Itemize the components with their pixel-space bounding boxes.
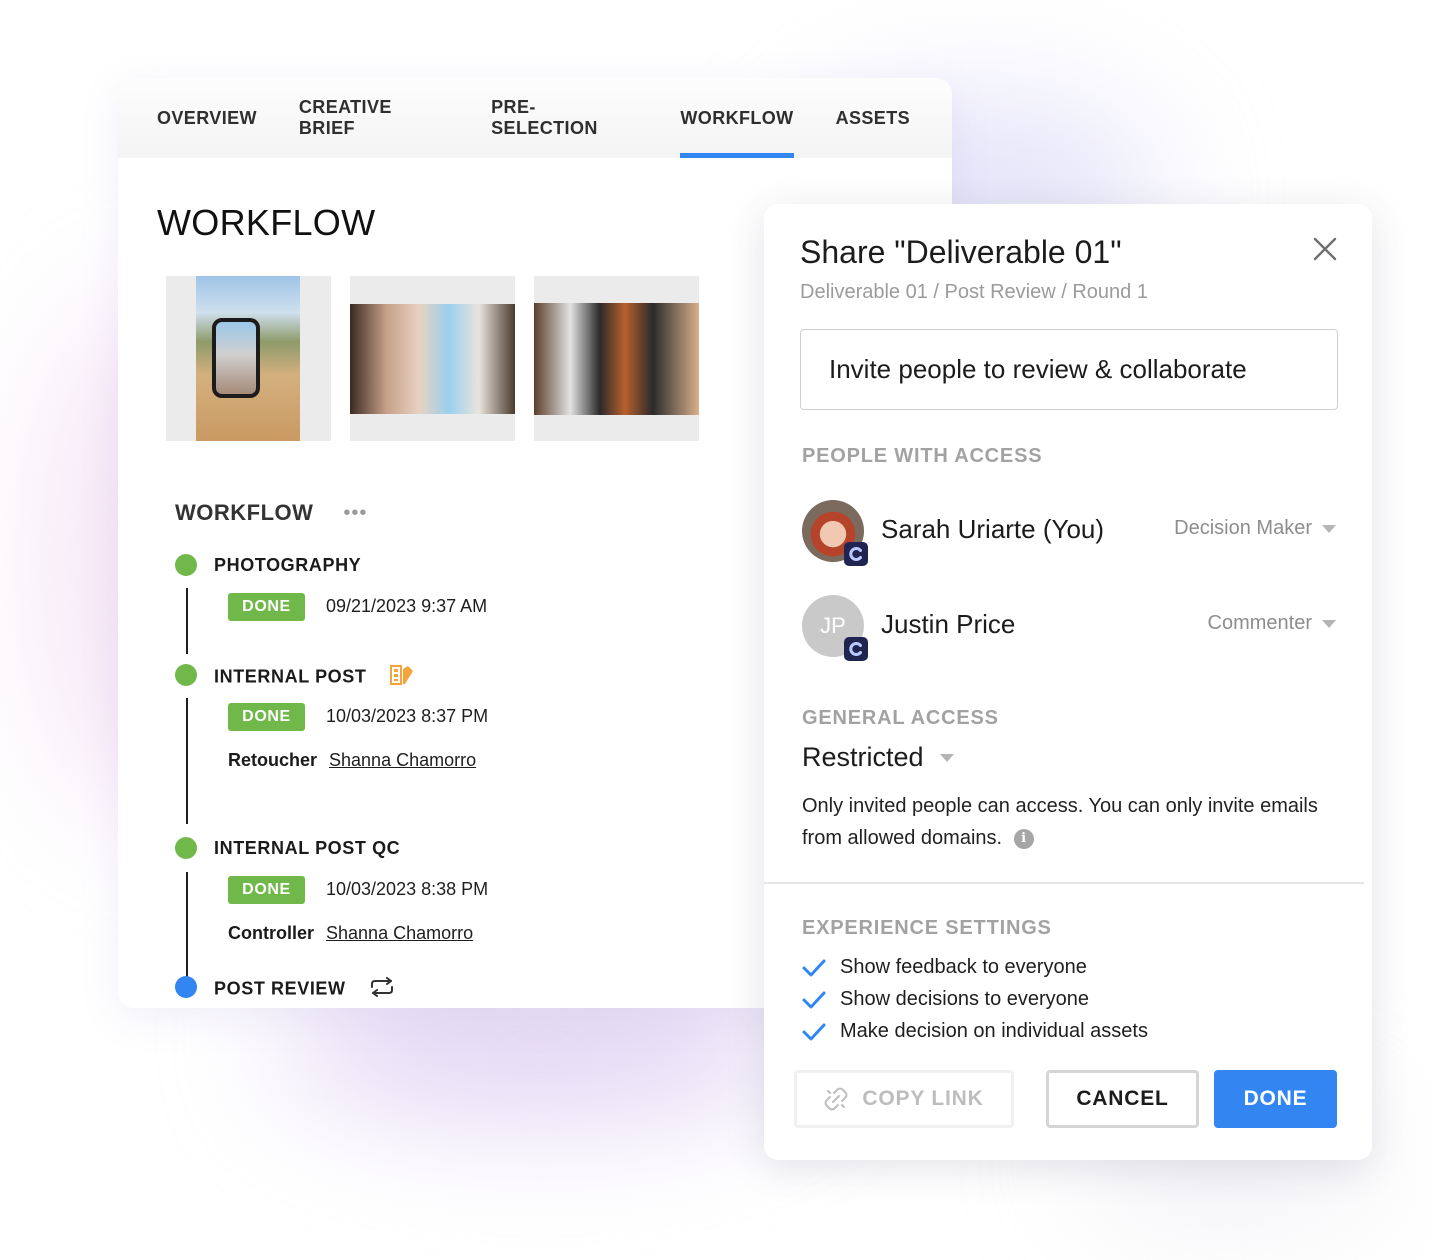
tab-overview[interactable]: OVERVIEW xyxy=(157,78,257,158)
done-button[interactable]: DONE xyxy=(1214,1070,1337,1128)
step-status-dot xyxy=(175,837,197,859)
description-text: Only invited people can access. You can … xyxy=(802,795,1318,849)
step-timestamp: 09/21/2023 9:37 AM xyxy=(326,596,488,616)
app-logo-icon xyxy=(844,542,868,566)
app-logo-icon xyxy=(844,637,868,661)
repeat-icon xyxy=(369,977,395,1002)
setting-label: Make decision on individual assets xyxy=(840,1020,1148,1042)
role-value: Commenter xyxy=(1207,612,1312,634)
step-name-row: INTERNAL POST xyxy=(214,665,414,690)
person-row: JP Justin Price Commenter xyxy=(802,595,1336,661)
status-badge: DONE xyxy=(228,593,305,621)
checkmark-icon xyxy=(802,1023,826,1040)
tab-pre-selection[interactable]: PRE-SELECTION xyxy=(491,78,638,158)
role-dropdown[interactable]: Decision Maker xyxy=(1174,517,1336,540)
role-dropdown[interactable]: Commenter xyxy=(1208,612,1336,635)
page-title: WORKFLOW xyxy=(157,202,376,243)
chevron-down-icon xyxy=(1322,619,1336,628)
share-dialog: Share "Deliverable 01" Deliverable 01 / … xyxy=(764,204,1372,1160)
timeline-connector xyxy=(186,588,188,654)
role-label: Retoucher xyxy=(228,750,318,770)
tab-creative-brief[interactable]: CREATIVE BRIEF xyxy=(299,78,449,158)
setting-show-decisions[interactable]: Show decisions to everyone xyxy=(802,988,1089,1011)
experience-settings-label: EXPERIENCE SETTINGS xyxy=(802,917,1052,939)
general-access-value: Restricted xyxy=(802,742,924,772)
tab-assets[interactable]: ASSETS xyxy=(836,78,910,158)
general-access-label: GENERAL ACCESS xyxy=(802,707,999,729)
role-label: Controller xyxy=(228,923,315,943)
step-status-dot xyxy=(175,554,197,576)
step-timestamp: 10/03/2023 8:37 PM xyxy=(326,706,489,726)
setting-label: Show feedback to everyone xyxy=(840,956,1087,978)
checkmark-icon xyxy=(802,959,826,976)
workflow-section-header: WORKFLOW ••• xyxy=(175,500,367,526)
close-icon[interactable] xyxy=(1310,234,1340,264)
asset-thumbnail[interactable] xyxy=(534,276,699,441)
ellipsis-icon[interactable]: ••• xyxy=(343,503,367,523)
timeline-connector xyxy=(186,698,188,824)
person-row: Sarah Uriarte (You) Decision Maker xyxy=(802,500,1336,566)
general-access-dropdown[interactable]: Restricted xyxy=(802,742,954,773)
thumbnail-image xyxy=(350,304,515,414)
setting-individual-decisions[interactable]: Make decision on individual assets xyxy=(802,1020,1148,1043)
general-access-description: Only invited people can access. You can … xyxy=(802,790,1322,854)
checkmark-icon xyxy=(802,991,826,1008)
role-value: Decision Maker xyxy=(1174,517,1312,539)
breadcrumb: Deliverable 01 / Post Review / Round 1 xyxy=(800,281,1148,303)
step-assignment: Controller Shanna Chamorro xyxy=(228,923,473,944)
copy-link-button[interactable]: COPY LINK xyxy=(794,1070,1014,1128)
link-icon xyxy=(824,1087,848,1111)
divider xyxy=(764,882,1364,884)
asset-thumbnails xyxy=(166,276,699,441)
person-name: Sarah Uriarte (You) xyxy=(881,514,1105,544)
status-badge: DONE xyxy=(228,703,305,731)
step-name: INTERNAL POST xyxy=(214,666,367,687)
timeline-connector xyxy=(186,872,188,984)
step-status-dot xyxy=(175,976,197,998)
assignee-link[interactable]: Shanna Chamorro xyxy=(326,923,473,943)
setting-show-feedback[interactable]: Show feedback to everyone xyxy=(802,956,1087,979)
step-name: INTERNAL POST QC xyxy=(214,838,401,858)
step-status-dot xyxy=(175,664,197,686)
thumbnail-image-detail xyxy=(212,318,260,398)
people-with-access-label: PEOPLE WITH ACCESS xyxy=(802,445,1043,467)
person-name: Justin Price xyxy=(881,609,1016,639)
asset-thumbnail[interactable] xyxy=(166,276,331,441)
invite-input[interactable]: Invite people to review & collaborate xyxy=(800,329,1338,410)
chevron-down-icon xyxy=(1322,524,1336,533)
color-swatch-icon xyxy=(390,665,414,690)
cancel-button[interactable]: CANCEL xyxy=(1046,1070,1199,1128)
thumbnail-image xyxy=(534,303,699,415)
step-name: PHOTOGRAPHY xyxy=(214,555,362,575)
copy-link-label: COPY LINK xyxy=(862,1087,984,1110)
workflow-section-title: WORKFLOW xyxy=(175,500,314,525)
dialog-title: Share "Deliverable 01" xyxy=(800,234,1122,270)
step-assignment: Retoucher Shanna Chamorro xyxy=(228,750,476,771)
setting-label: Show decisions to everyone xyxy=(840,988,1090,1010)
status-badge: DONE xyxy=(228,876,305,904)
info-icon[interactable]: i xyxy=(1013,828,1034,849)
step-timestamp: 10/03/2023 8:38 PM xyxy=(326,879,489,899)
chevron-down-icon xyxy=(939,753,954,762)
tab-workflow[interactable]: WORKFLOW xyxy=(680,78,794,158)
assignee-link[interactable]: Shanna Chamorro xyxy=(329,750,476,770)
tab-bar: OVERVIEW CREATIVE BRIEF PRE-SELECTION WO… xyxy=(118,78,952,158)
step-name: POST REVIEW xyxy=(214,978,346,999)
step-name-row: POST REVIEW xyxy=(214,977,395,1002)
asset-thumbnail[interactable] xyxy=(350,276,515,441)
